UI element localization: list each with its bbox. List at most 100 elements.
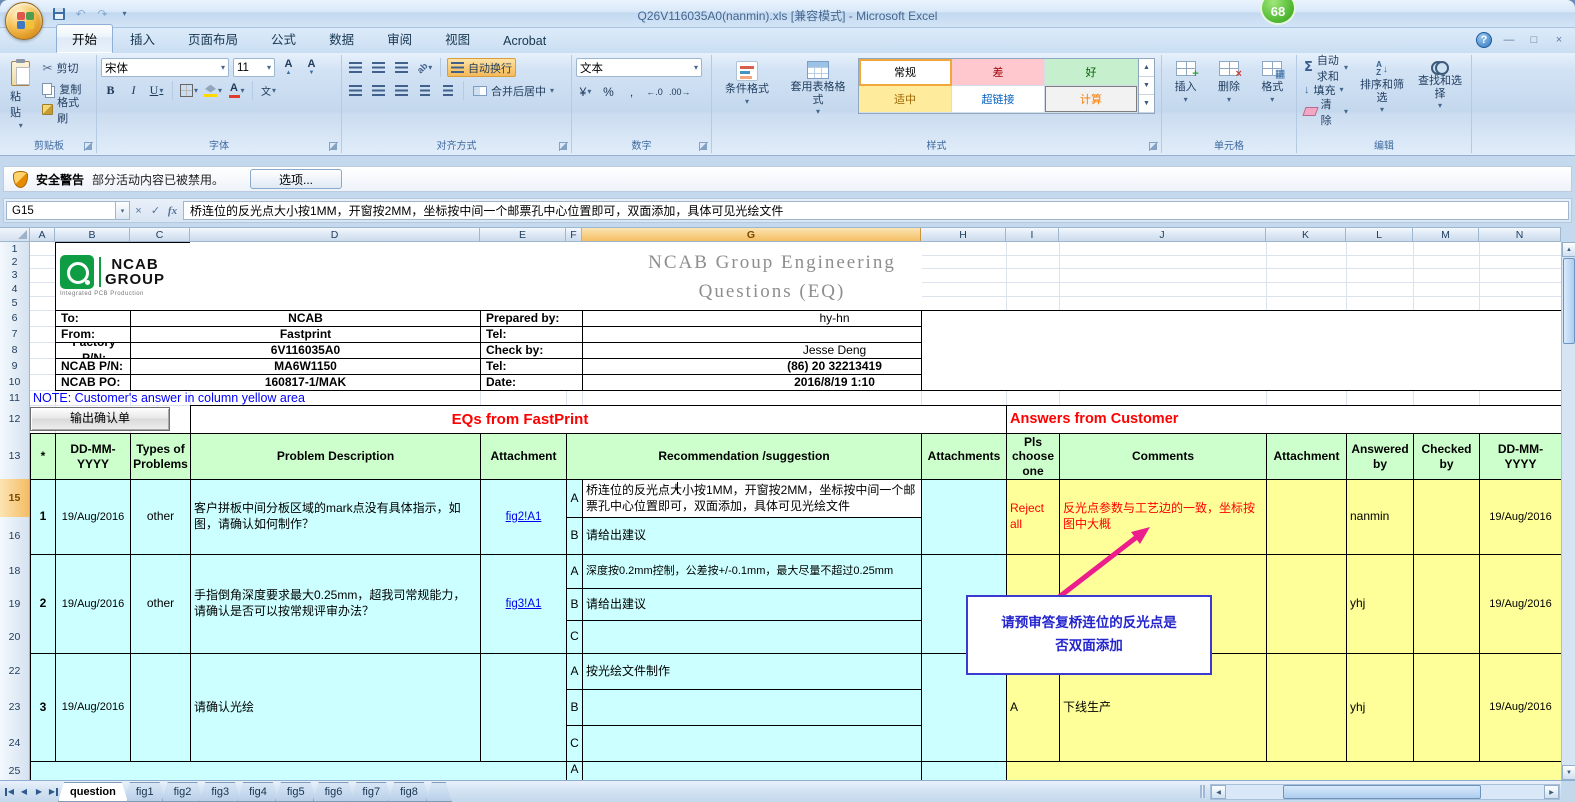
r2b-suggestion[interactable]: 请给出建议 (582, 588, 922, 621)
row-header-19[interactable]: 19 (0, 588, 30, 621)
prev-sheet-button[interactable]: ◀ (17, 784, 31, 799)
th-attachment1[interactable]: Attachment (480, 433, 567, 480)
cell-style-hyperlink[interactable]: 超链接 (952, 86, 1045, 113)
row-header-24[interactable]: 24 (0, 725, 30, 762)
column-header-m[interactable]: M (1413, 228, 1479, 241)
r2a-suggestion[interactable]: 深度按0.2mm控制，公差按+/-0.1mm，最大尽量不超过0.25mm (582, 554, 922, 589)
align-right-button[interactable] (392, 81, 411, 100)
row-header-23[interactable]: 23 (0, 689, 30, 726)
font-color-button[interactable]: A ▾ (227, 81, 246, 100)
row-header-3[interactable]: 3 (0, 268, 30, 283)
tel2-value[interactable]: (86) 20 32213419 (582, 358, 922, 375)
sheet-tab-fig4[interactable]: fig4 (237, 782, 279, 802)
r1b-tag[interactable]: B (566, 517, 583, 555)
r3b-suggestion[interactable] (582, 689, 922, 726)
r3a-tag[interactable]: A (566, 653, 583, 690)
cell-style-normal[interactable]: 常规 (859, 59, 952, 86)
th-attachment2[interactable]: Attachment (1266, 433, 1347, 480)
th-choose[interactable]: Pls choose one (1006, 433, 1060, 480)
r2b-tag[interactable]: B (566, 588, 583, 621)
r3-answered[interactable]: yhj (1346, 653, 1414, 762)
dialog-launcher-icon[interactable] (699, 142, 708, 151)
clear-button[interactable]: 清除 ▾ (1301, 99, 1351, 127)
row-header-6[interactable]: 6 (0, 310, 30, 327)
ncab-po-label[interactable]: NCAB PO: (55, 374, 131, 391)
export-confirm-button[interactable]: 输出确认单 (30, 407, 170, 431)
insert-function-button[interactable]: fx (164, 201, 181, 220)
row-header-1[interactable]: 1 (0, 242, 30, 256)
r3-attachment-link[interactable] (480, 653, 567, 762)
worksheet-grid[interactable]: 1 2 3 4 5 6 7 8 9 10 11 12 13 15 16 18 19 20 22 23 24 25 NCAB G… (0, 242, 1561, 780)
ncab-pn-label[interactable]: NCAB P/N: (55, 358, 131, 375)
dialog-launcher-icon[interactable] (559, 142, 568, 151)
factory-pn-label[interactable]: Factory P/N: (55, 342, 131, 359)
format-cells-button[interactable]: ▦ 格式 ▾ (1257, 58, 1287, 107)
r3-checked[interactable] (1413, 653, 1480, 762)
ncab-po-value[interactable]: 160817-1/MAK (130, 374, 481, 391)
r3-type[interactable] (130, 653, 191, 762)
tel1-label[interactable]: Tel: (480, 326, 583, 343)
r2a-tag[interactable]: A (566, 554, 583, 589)
minimize-button[interactable]: — (1501, 34, 1517, 46)
name-box[interactable]: G15 (6, 201, 116, 220)
gallery-up-icon[interactable]: ▲ (1139, 59, 1154, 77)
redo-button[interactable]: ↷ (94, 5, 111, 22)
insert-cells-button[interactable]: + 插入 ▾ (1171, 58, 1201, 107)
r3c-tag[interactable]: C (566, 725, 583, 762)
phonetic-button[interactable]: 文 ▾ (259, 81, 278, 100)
decrease-indent-button[interactable] (415, 81, 434, 100)
align-middle-button[interactable] (369, 58, 388, 77)
gallery-scrollbar[interactable]: ▲ ▼ ▼ (1138, 59, 1154, 113)
column-header-b[interactable]: B (55, 228, 130, 241)
ribbon-tab-data[interactable]: 数据 (313, 24, 370, 53)
dialog-launcher-icon[interactable] (84, 142, 93, 151)
office-button[interactable] (5, 2, 43, 40)
sheet-tab-fig1[interactable]: fig1 (124, 782, 166, 802)
r2c-suggestion[interactable] (582, 620, 922, 654)
scroll-down-button[interactable]: ▼ (1562, 765, 1575, 780)
r1a-tag[interactable]: A (566, 479, 583, 518)
comma-style-button[interactable]: , (622, 82, 641, 101)
check-by-label[interactable]: Check by: (480, 342, 583, 359)
r2c-tag[interactable]: C (566, 620, 583, 654)
column-header-l[interactable]: L (1346, 228, 1413, 241)
r3-attachment2[interactable] (1266, 653, 1347, 762)
th-problem[interactable]: Problem Description (190, 433, 481, 480)
th-comments[interactable]: Comments (1059, 433, 1267, 480)
tab-scrollbar-splitter[interactable] (1200, 785, 1205, 798)
format-as-table-button[interactable]: 套用表格格式 ▾ (782, 58, 854, 119)
number-format-combo[interactable]: 文本 ▾ (576, 58, 702, 77)
from-label[interactable]: From: (55, 326, 131, 343)
r1-type[interactable]: other (130, 479, 191, 555)
r1-problem[interactable]: 客户拼板中间分板区域的mark点没有具体指示，如图，请确认如何制作？ (190, 479, 481, 555)
r1-checked[interactable] (1413, 479, 1480, 555)
sheet-tab-fig6[interactable]: fig6 (313, 782, 355, 802)
tel2-label[interactable]: Tel: (480, 358, 583, 375)
scroll-right-button[interactable]: ▶ (1544, 785, 1559, 799)
date-value[interactable]: 2016/8/19 1:10 (582, 374, 922, 391)
prepared-by-value[interactable]: hy-hn (582, 310, 922, 327)
underline-button[interactable]: U ▾ (147, 81, 166, 100)
insert-worksheet-tab[interactable] (426, 782, 452, 802)
r3-date[interactable]: 19/Aug/2016 (55, 653, 131, 762)
dialog-launcher-icon[interactable] (329, 142, 338, 151)
company-logo[interactable]: NCAB GROUP Integrated PCB Production (55, 242, 191, 311)
row-header-8[interactable]: 8 (0, 342, 30, 359)
enter-entry-button[interactable]: ✓ (147, 201, 164, 220)
vertical-scrollbar[interactable]: ▲ ▼ (1561, 242, 1575, 780)
ribbon-tab-view[interactable]: 视图 (429, 24, 486, 53)
row-header-4[interactable]: 4 (0, 282, 30, 297)
row-header-16[interactable]: 16 (0, 517, 30, 555)
r3-problem[interactable]: 请确认光绘 (190, 653, 481, 762)
font-family-combo[interactable]: 宋体 ▾ (101, 58, 229, 77)
shrink-font-button[interactable]: A ▼ (302, 58, 321, 77)
dialog-launcher-icon[interactable] (1149, 142, 1158, 151)
cell-style-neutral[interactable]: 适中 (859, 86, 952, 113)
ribbon-tab-home[interactable]: 开始 (56, 24, 114, 53)
column-header-n[interactable]: N (1479, 228, 1561, 241)
first-sheet-button[interactable]: ◀ (2, 784, 16, 799)
r3-num[interactable]: 3 (30, 653, 56, 762)
ribbon-tab-review[interactable]: 审阅 (371, 24, 428, 53)
r1b-suggestion[interactable]: 请给出建议 (582, 517, 922, 555)
th-attachments[interactable]: Attachments (921, 433, 1007, 480)
